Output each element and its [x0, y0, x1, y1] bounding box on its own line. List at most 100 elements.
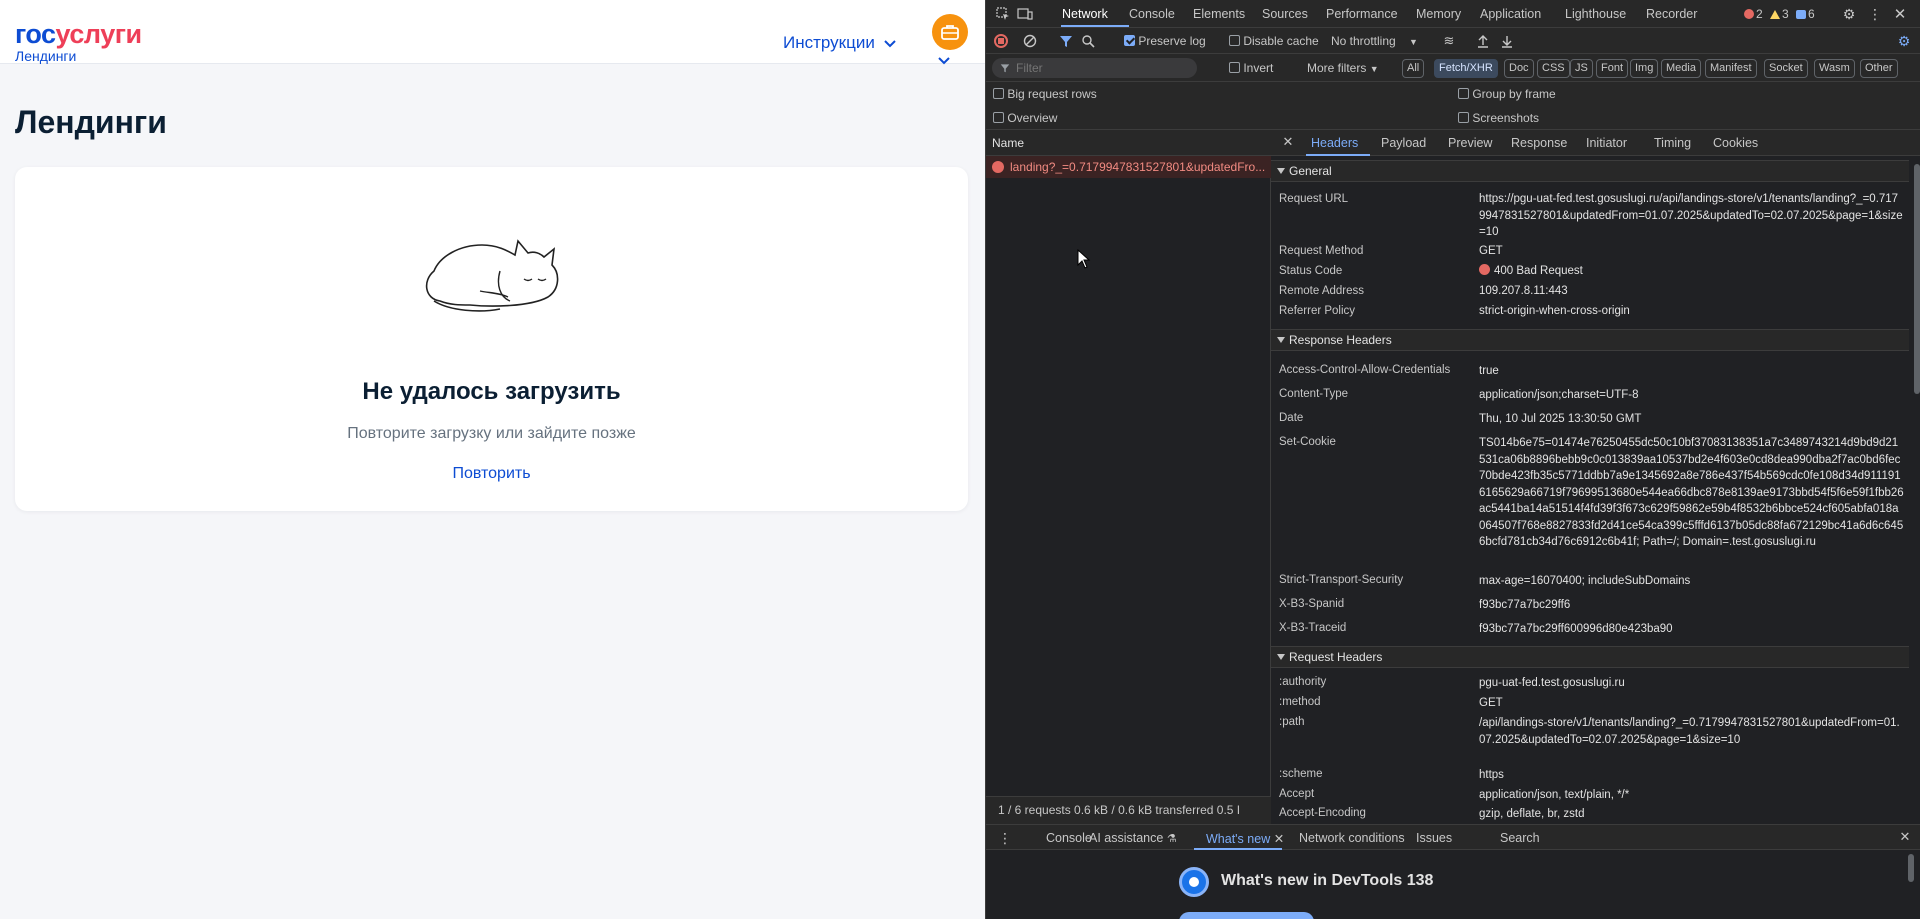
group-by-frame-checkbox[interactable]: Group by frame — [1458, 87, 1556, 101]
export-har-icon[interactable] — [1499, 33, 1515, 49]
filter-chip-css[interactable]: CSS — [1537, 59, 1570, 78]
detail-tabs: ✕ Headers Payload Preview Response Initi… — [1271, 130, 1920, 156]
detail-tab-payload[interactable]: Payload — [1381, 136, 1426, 150]
drawer-tab-console[interactable]: Console — [1046, 831, 1092, 845]
tab-console[interactable]: Console — [1129, 7, 1175, 21]
detail-tab-headers[interactable]: Headers — [1311, 136, 1358, 150]
status-code-value: 400 Bad Request — [1479, 263, 1904, 280]
detail-tab-initiator[interactable]: Initiator — [1586, 136, 1627, 150]
inspect-element-icon[interactable] — [994, 5, 1012, 23]
name-column-header[interactable]: Name — [986, 130, 1271, 156]
accept-encoding-value: gzip, deflate, br, zstd — [1479, 808, 1585, 820]
settings-gear-icon[interactable]: ⚙ — [1840, 5, 1858, 23]
spanid-value: f93bc77a7bc29ff6 — [1479, 599, 1571, 611]
tab-network[interactable]: Network — [1062, 7, 1108, 21]
filter-chip-manifest[interactable]: Manifest — [1705, 59, 1757, 78]
acac-value: true — [1479, 365, 1499, 377]
filter-chip-js[interactable]: JS — [1570, 59, 1593, 78]
filter-chip-wasm[interactable]: Wasm — [1814, 59, 1855, 78]
error-subtitle: Повторите загрузку или зайдите позже — [347, 425, 636, 442]
request-headers-section-header[interactable]: Request Headers — [1271, 646, 1909, 668]
record-stop-icon[interactable] — [993, 33, 1009, 49]
drawer-tab-network-conditions[interactable]: Network conditions — [1299, 831, 1405, 845]
more-filters-dropdown[interactable]: More filters ▼ — [1307, 61, 1379, 75]
detail-scrollbar-thumb[interactable] — [1914, 164, 1920, 394]
drawer-tab-issues[interactable]: Issues — [1416, 831, 1452, 845]
filter-chip-font[interactable]: Font — [1596, 59, 1629, 78]
error-count-badge[interactable]: 2 — [1744, 6, 1763, 22]
general-section-header[interactable]: General — [1271, 160, 1909, 182]
whats-new-panel: What's new in DevTools 138 — [986, 850, 1920, 919]
overview-checkbox[interactable]: Overview — [993, 111, 1057, 125]
preserve-log-checkbox[interactable]: Preserve log — [1124, 34, 1206, 48]
screenshots-checkbox[interactable]: Screenshots — [1458, 111, 1539, 125]
filter-chip-doc[interactable]: Doc — [1504, 59, 1534, 78]
traceid-key: X-B3-Traceid — [1279, 622, 1347, 634]
date-value: Thu, 10 Jul 2025 13:30:50 GMT — [1479, 413, 1642, 425]
briefcase-icon[interactable] — [932, 14, 968, 50]
detail-tab-preview[interactable]: Preview — [1448, 136, 1492, 150]
path-value: /api/landings-store/v1/tenants/landing?_… — [1479, 717, 1900, 746]
active-tab-indicator — [1061, 25, 1129, 27]
search-icon[interactable] — [1080, 33, 1096, 49]
throttling-select[interactable]: No throttling ▼ — [1331, 34, 1418, 48]
clear-icon[interactable] — [1022, 33, 1038, 49]
drawer-tabs: ⋮ Console AI assistance ⚗ What's new ✕ N… — [986, 824, 1920, 850]
instructions-menu[interactable]: Инструкции — [783, 33, 897, 53]
close-tab-icon[interactable]: ✕ — [1274, 832, 1284, 846]
tab-lighthouse[interactable]: Lighthouse — [1565, 7, 1626, 21]
drawer-scrollbar-thumb[interactable] — [1908, 854, 1914, 882]
tab-recorder[interactable]: Recorder — [1646, 7, 1697, 21]
sts-key: Strict-Transport-Security — [1279, 574, 1404, 586]
more-options-icon[interactable]: ⋮ — [1866, 5, 1884, 23]
filter-chip-socket[interactable]: Socket — [1764, 59, 1808, 78]
request-url-key: Request URL — [1279, 193, 1349, 205]
filter-input[interactable] — [992, 58, 1197, 78]
close-drawer-icon[interactable]: ✕ — [1898, 829, 1912, 844]
big-request-rows-checkbox[interactable]: Big request rows — [993, 87, 1097, 101]
filter-chip-media[interactable]: Media — [1661, 59, 1701, 78]
network-conditions-icon[interactable]: ≋ — [1441, 33, 1457, 49]
filter-icon[interactable] — [1058, 33, 1074, 49]
profile-chevron-icon[interactable] — [937, 55, 951, 67]
message-count-badge[interactable]: 6 — [1796, 6, 1815, 22]
disable-cache-checkbox[interactable]: Disable cache — [1229, 34, 1319, 48]
filter-chip-other[interactable]: Other — [1860, 59, 1898, 78]
retry-link[interactable]: Повторить — [15, 465, 968, 483]
tab-sources[interactable]: Sources — [1262, 7, 1308, 21]
request-row[interactable]: landing?_=0.7179947831527801&updatedFro.… — [986, 156, 1271, 178]
filter-chip-img[interactable]: Img — [1630, 59, 1659, 78]
network-settings-gear-icon[interactable]: ⚙ — [1896, 33, 1912, 49]
drawer-tab-ai-assistance[interactable]: AI assistance ⚗ — [1089, 831, 1177, 845]
warning-count-badge[interactable]: 3 — [1770, 6, 1789, 22]
network-settings-rows: Big request rows Group by frame Overview… — [986, 82, 1920, 130]
close-detail-icon[interactable]: ✕ — [1281, 134, 1295, 149]
detail-tab-timing[interactable]: Timing — [1654, 136, 1691, 150]
request-url-value: https://pgu-uat-fed.test.gosuslugi.ru/ap… — [1479, 193, 1903, 238]
import-har-icon[interactable] — [1475, 33, 1491, 49]
path-key: :path — [1279, 716, 1305, 728]
response-headers-section-header[interactable]: Response Headers — [1271, 329, 1909, 351]
tab-elements[interactable]: Elements — [1193, 7, 1245, 21]
detail-tab-cookies[interactable]: Cookies — [1713, 136, 1758, 150]
tab-performance[interactable]: Performance — [1326, 7, 1398, 21]
accept-encoding-key: Accept-Encoding — [1279, 807, 1366, 819]
tab-application[interactable]: Application — [1480, 7, 1541, 21]
close-devtools-icon[interactable]: ✕ — [1891, 5, 1909, 23]
gosuslugi-logo[interactable]: госуслуги — [15, 20, 142, 48]
accept-value: application/json, text/plain, */* — [1479, 789, 1630, 801]
detail-active-tab-indicator — [1306, 154, 1370, 156]
filter-chip-fetch-xhr[interactable]: Fetch/XHR — [1434, 59, 1498, 78]
error-circle-icon — [992, 161, 1004, 173]
device-toolbar-icon[interactable] — [1016, 5, 1034, 23]
invert-checkbox[interactable]: Invert — [1229, 61, 1273, 75]
tab-memory[interactable]: Memory — [1416, 7, 1461, 21]
detail-tab-response[interactable]: Response — [1511, 136, 1567, 150]
drawer-tab-search[interactable]: Search — [1500, 831, 1540, 845]
drawer-menu-icon[interactable]: ⋮ — [998, 830, 1012, 846]
method-key: :method — [1279, 696, 1321, 708]
filter-chip-all[interactable]: All — [1402, 59, 1425, 78]
drawer-tab-whats-new[interactable]: What's new ✕ — [1206, 831, 1284, 846]
whats-new-button[interactable] — [1179, 912, 1314, 919]
method-value: GET — [1479, 697, 1503, 709]
